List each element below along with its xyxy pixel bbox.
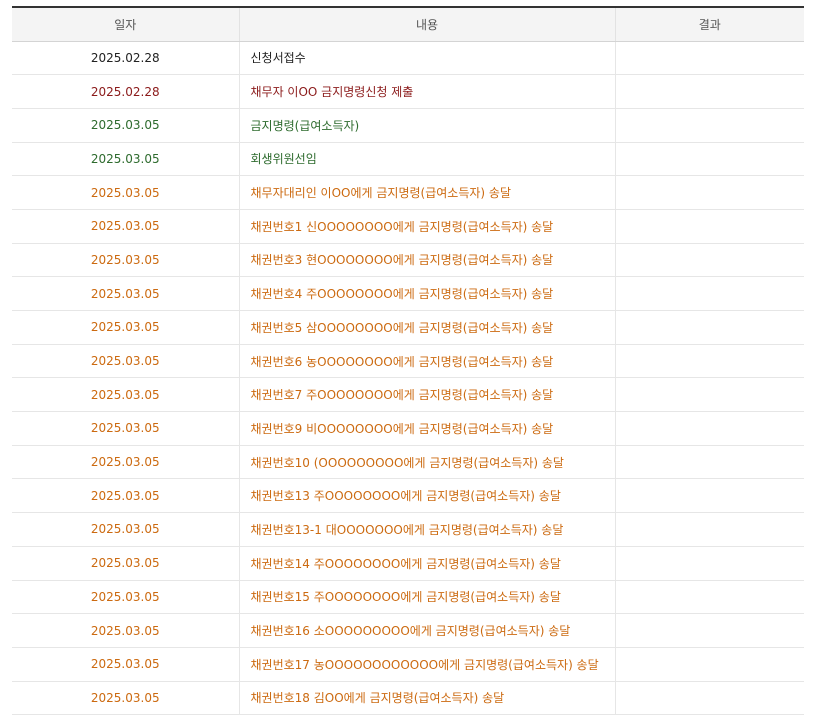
- row-content: 신청서접수: [238, 41, 615, 76]
- row-content: 채권번호17 농OOOOOOOOOOOO에게 금지명령(급여소득자) 송달: [238, 647, 615, 682]
- row-date: 2025.03.05: [12, 411, 239, 446]
- table-row: 2025.03.05 채권번호14 주OOOOOOOO에게 금지명령(급여소득자)…: [12, 546, 804, 581]
- row-result: [614, 580, 804, 615]
- row-content: 채무자 이OO 금지명령신청 제출: [238, 74, 615, 109]
- row-date: 2025.03.05: [12, 243, 239, 278]
- row-content: 채권번호9 비OOOOOOOO에게 금지명령(급여소득자) 송달: [238, 411, 615, 446]
- row-result: [614, 209, 804, 244]
- table-row: 2025.03.05 채권번호6 농OOOOOOOO에게 금지명령(급여소득자) …: [12, 344, 804, 379]
- row-content: 채권번호13 주OOOOOOOO에게 금지명령(급여소득자) 송달: [238, 478, 615, 514]
- table-row: 2025.03.05 채권번호4 주OOOOOOOO에게 금지명령(급여소득자) …: [12, 276, 804, 311]
- row-date: 2025.03.05: [12, 580, 239, 615]
- table-body: 2025.02.28 신청서접수 2025.02.28 채무자 이OO 금지명령신청 …: [12, 41, 804, 716]
- row-date: 2025.03.05: [12, 142, 239, 177]
- table-row: 2025.03.05 채권번호16 소OOOOOOOOO에게 금지명령(급여소득자…: [12, 613, 804, 648]
- row-result: [614, 243, 804, 278]
- row-date: 2025.03.05: [12, 344, 239, 379]
- row-result: [614, 478, 804, 514]
- row-date: 2025.03.05: [12, 647, 239, 682]
- row-date: 2025.03.05: [12, 546, 239, 581]
- table-row: 2025.03.05 금지명령(급여소득자): [12, 108, 804, 143]
- row-result: [614, 445, 804, 480]
- row-date: 2025.03.05: [12, 681, 239, 716]
- row-date: 2025.03.05: [12, 445, 239, 480]
- table-row: 2025.03.05 채권번호13 주OOOOOOOO에게 금지명령(급여소득자)…: [12, 478, 804, 514]
- row-content: 채권번호15 주OOOOOOOO에게 금지명령(급여소득자) 송달: [238, 580, 615, 615]
- table-row: 2025.02.28 채무자 이OO 금지명령신청 제출: [12, 74, 804, 109]
- row-date: 2025.03.05: [12, 613, 239, 648]
- row-date: 2025.02.28: [12, 74, 239, 109]
- header-date: 일자: [12, 6, 239, 42]
- row-result: [614, 681, 804, 716]
- row-content: 채권번호18 김OO에게 금지명령(급여소득자) 송달: [238, 681, 615, 716]
- row-content: 채권번호4 주OOOOOOOO에게 금지명령(급여소득자) 송달: [238, 276, 615, 311]
- header-content: 내용: [238, 6, 615, 42]
- row-result: [614, 276, 804, 311]
- row-result: [614, 411, 804, 446]
- row-result: [614, 41, 804, 76]
- row-result: [614, 344, 804, 379]
- row-content: 채권번호3 현OOOOOOOO에게 금지명령(급여소득자) 송달: [238, 243, 615, 278]
- table-row: 2025.03.05 채권번호3 현OOOOOOOO에게 금지명령(급여소득자) …: [12, 243, 804, 278]
- row-content: 채권번호14 주OOOOOOOO에게 금지명령(급여소득자) 송달: [238, 546, 615, 581]
- row-date: 2025.03.05: [12, 377, 239, 413]
- row-content: 채무자대리인 이OO에게 금지명령(급여소득자) 송달: [238, 175, 615, 210]
- row-date: 2025.03.05: [12, 276, 239, 311]
- table-row: 2025.03.05 회생위원선임: [12, 142, 804, 177]
- table-row: 2025.02.28 신청서접수: [12, 41, 804, 76]
- row-content: 금지명령(급여소득자): [238, 108, 615, 143]
- table-row: 2025.03.05 채권번호7 주OOOOOOOO에게 금지명령(급여소득자) …: [12, 377, 804, 413]
- row-result: [614, 142, 804, 177]
- row-result: [614, 108, 804, 143]
- table-row: 2025.03.05 채권번호13-1 대OOOOOOO에게 금지명령(급여소득자…: [12, 512, 804, 547]
- case-progress-table: 일자 내용 결과 2025.02.28 신청서접수 2025.02.28 채무자 이O…: [12, 6, 804, 716]
- table-row: 2025.03.05 채권번호10 (OOOOOOOOO에게 금지명령(급여소득자…: [12, 445, 804, 480]
- header-result: 결과: [614, 6, 804, 42]
- row-date: 2025.03.05: [12, 209, 239, 244]
- row-content: 채권번호1 신OOOOOOOO에게 금지명령(급여소득자) 송달: [238, 209, 615, 244]
- table-row: 2025.03.05 채권번호18 김OO에게 금지명령(급여소득자) 송달: [12, 681, 804, 716]
- row-date: 2025.03.05: [12, 512, 239, 547]
- row-date: 2025.02.28: [12, 41, 239, 76]
- row-content: 채권번호5 삼OOOOOOOO에게 금지명령(급여소득자) 송달: [238, 310, 615, 345]
- row-result: [614, 613, 804, 648]
- row-content: 채권번호16 소OOOOOOOOO에게 금지명령(급여소득자) 송달: [238, 613, 615, 648]
- row-content: 회생위원선임: [238, 142, 615, 177]
- row-result: [614, 74, 804, 109]
- case-progress-table-container: 일자 내용 결과 2025.02.28 신청서접수 2025.02.28 채무자 이O…: [12, 6, 804, 716]
- row-result: [614, 175, 804, 210]
- row-result: [614, 546, 804, 581]
- row-date: 2025.03.05: [12, 478, 239, 514]
- row-result: [614, 647, 804, 682]
- row-result: [614, 310, 804, 345]
- table-row: 2025.03.05 채권번호15 주OOOOOOOO에게 금지명령(급여소득자)…: [12, 580, 804, 615]
- row-date: 2025.03.05: [12, 175, 239, 210]
- table-header: 일자 내용 결과: [12, 6, 804, 42]
- table-row: 2025.03.05 채권번호5 삼OOOOOOOO에게 금지명령(급여소득자) …: [12, 310, 804, 345]
- table-row: 2025.03.05 채권번호17 농OOOOOOOOOOOO에게 금지명령(급여…: [12, 647, 804, 682]
- row-result: [614, 377, 804, 413]
- row-content: 채권번호10 (OOOOOOOOO에게 금지명령(급여소득자) 송달: [238, 445, 615, 480]
- row-date: 2025.03.05: [12, 108, 239, 143]
- table-row: 2025.03.05 채권번호1 신OOOOOOOO에게 금지명령(급여소득자) …: [12, 209, 804, 244]
- row-result: [614, 512, 804, 547]
- row-content: 채권번호7 주OOOOOOOO에게 금지명령(급여소득자) 송달: [238, 377, 615, 413]
- row-content: 채권번호13-1 대OOOOOOO에게 금지명령(급여소득자) 송달: [238, 512, 615, 547]
- row-date: 2025.03.05: [12, 310, 239, 345]
- row-content: 채권번호6 농OOOOOOOO에게 금지명령(급여소득자) 송달: [238, 344, 615, 379]
- header-row: 일자 내용 결과: [12, 6, 804, 42]
- table-row: 2025.03.05 채무자대리인 이OO에게 금지명령(급여소득자) 송달: [12, 175, 804, 210]
- table-row: 2025.03.05 채권번호9 비OOOOOOOO에게 금지명령(급여소득자) …: [12, 411, 804, 446]
